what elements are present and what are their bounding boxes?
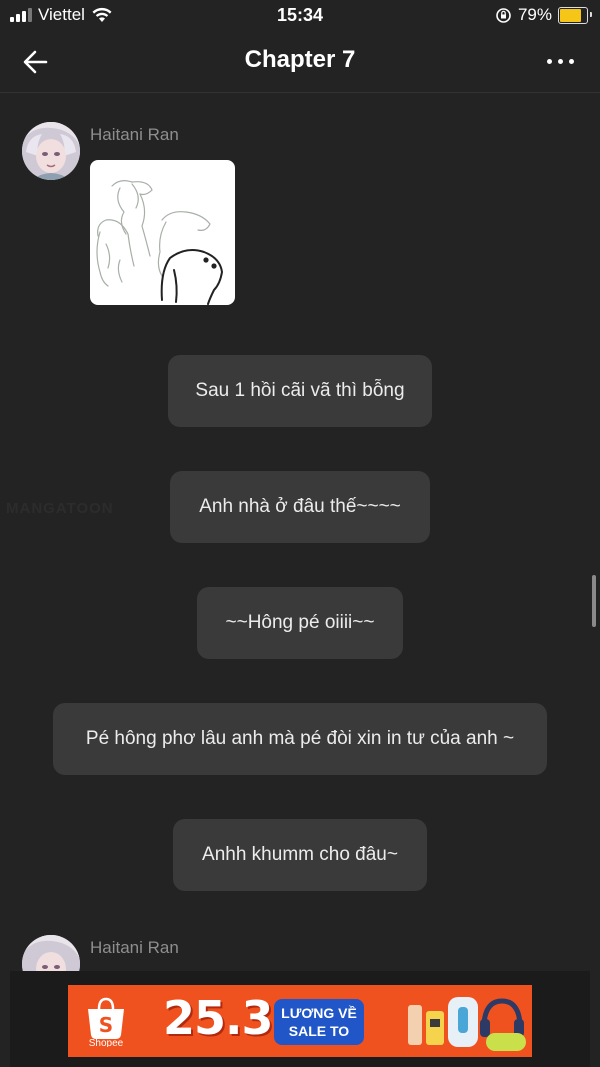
chat-bubble: ~~Hông pé oiiii~~ — [197, 587, 403, 659]
image-message[interactable] — [90, 160, 235, 305]
scrollbar[interactable] — [592, 575, 596, 627]
ad-tag: LƯƠNG VỀ SALE TO — [274, 999, 364, 1045]
message-text: Anhh khumm cho đâu~ — [202, 844, 398, 865]
sender-name: Haitani Ran — [90, 938, 179, 957]
chat-bubble: Pé hông phơ lâu anh mà pé đòi xin in tư … — [53, 703, 547, 775]
product-images-icon — [408, 997, 526, 1051]
message-text: Pé hông phơ lâu anh mà pé đòi xin in tư … — [85, 728, 515, 749]
chat-bubble: Anhh khumm cho đâu~ — [173, 819, 427, 891]
ad-brand: Shopee — [89, 1038, 124, 1047]
more-options-button[interactable] — [540, 48, 580, 74]
battery-percent: 79% — [517, 5, 552, 24]
message-text: Anh nhà ở đâu thế~~~~ — [199, 496, 401, 517]
top-nav-bar: Chapter 7 — [0, 32, 600, 93]
rotation-lock-icon — [496, 7, 511, 23]
ad-tag-line2: SALE TO — [288, 1023, 350, 1039]
battery-level — [560, 8, 581, 22]
message-text: ~~Hông pé oiiii~~ — [225, 612, 375, 633]
chat-bubble: Sau 1 hồi cãi vã thì bỗng — [168, 355, 432, 427]
svg-text:S: S — [99, 1013, 113, 1037]
sketch-image — [96, 180, 224, 305]
ad-tag-line1: LƯƠNG VỀ — [281, 1005, 357, 1021]
battery-group: 79% — [495, 5, 592, 25]
battery-icon — [558, 6, 592, 24]
ad-banner[interactable]: S Shopee 25.3 LƯƠNG VỀ SALE TO — [68, 985, 532, 1057]
chat-bubble: Anh nhà ở đâu thế~~~~ — [170, 471, 430, 543]
message-text: Sau 1 hồi cãi vã thì bỗng — [195, 380, 405, 401]
ad-date: 25.3 — [163, 991, 273, 1045]
page-title: Chapter 7 — [244, 46, 356, 73]
sender-name: Haitani Ran — [90, 125, 179, 144]
avatar[interactable] — [22, 122, 80, 180]
watermark: MANGATOON — [6, 500, 114, 517]
status-bar: Viettel 15:34 79% — [0, 0, 600, 32]
more-horizontal-icon — [546, 58, 552, 64]
shopee-logo: S Shopee — [88, 997, 124, 1047]
